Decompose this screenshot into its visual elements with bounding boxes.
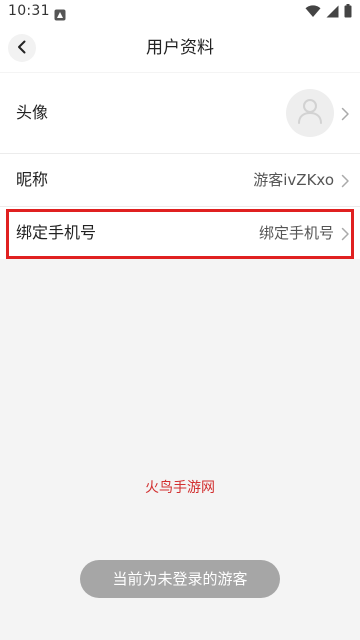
signal-icon bbox=[326, 3, 339, 22]
nickname-row[interactable]: 昵称 游客ivZKxo bbox=[0, 154, 360, 206]
chevron-left-icon bbox=[17, 39, 27, 58]
nickname-value: 游客ivZKxo bbox=[253, 171, 334, 189]
status-bar: 10:31 bbox=[0, 0, 360, 24]
notification-app-icon bbox=[54, 6, 66, 21]
back-button[interactable] bbox=[8, 34, 36, 62]
avatar[interactable] bbox=[286, 89, 334, 137]
avatar-row[interactable]: 头像 bbox=[0, 73, 360, 153]
chevron-right-icon bbox=[340, 226, 350, 241]
bind-phone-value: 绑定手机号 bbox=[258, 224, 334, 242]
header-bar: 用户资料 bbox=[0, 24, 360, 72]
wifi-icon bbox=[305, 3, 321, 22]
bind-phone-row[interactable]: 绑定手机号 绑定手机号 bbox=[0, 207, 360, 259]
chevron-right-icon bbox=[340, 173, 350, 188]
page-title: 用户资料 bbox=[146, 38, 214, 58]
avatar-label: 头像 bbox=[16, 103, 49, 122]
bind-phone-label: 绑定手机号 bbox=[16, 223, 97, 242]
screen: 10:31 用户资料 头像 昵称 游客ivZKxo 绑定手机号 绑定手机号 火鸟… bbox=[0, 0, 360, 640]
watermark: 火鸟手游网 bbox=[145, 480, 215, 496]
status-time: 10:31 bbox=[8, 3, 50, 19]
nickname-label: 昵称 bbox=[16, 170, 49, 189]
status-icons bbox=[305, 3, 352, 22]
toast-message: 当前为未登录的游客 bbox=[80, 560, 280, 598]
chevron-right-icon bbox=[340, 106, 350, 121]
default-avatar-icon bbox=[296, 97, 324, 129]
battery-icon bbox=[344, 3, 352, 22]
